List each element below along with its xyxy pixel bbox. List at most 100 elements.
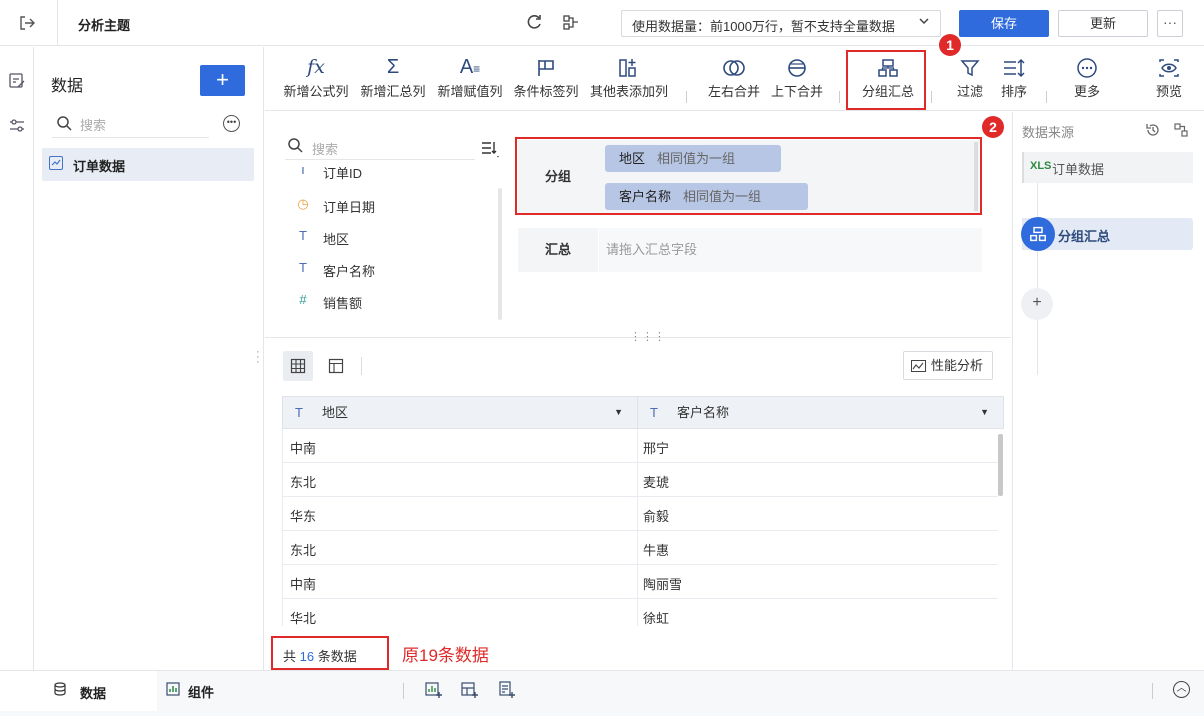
summary-config-area: 汇总 请拖入汇总字段 bbox=[518, 228, 982, 272]
divider bbox=[403, 683, 404, 699]
dataset-edit-icon[interactable] bbox=[8, 72, 26, 90]
filter-settings-icon[interactable] bbox=[8, 117, 26, 135]
horizontal-splitter[interactable]: ⋮⋮⋮ bbox=[265, 331, 1011, 343]
tab-components[interactable]: 组件 bbox=[157, 671, 277, 711]
dropdown-caret-icon[interactable]: ▼ bbox=[980, 397, 989, 428]
bar-chart-icon bbox=[166, 682, 180, 699]
tab-data[interactable]: 数据 bbox=[0, 671, 157, 711]
new-assign-column-button[interactable]: A≡ 新增赋值列 bbox=[435, 53, 505, 109]
search-placeholder: 搜索 bbox=[312, 142, 339, 157]
data-limit-select[interactable]: 使用数据量：前1000万行，暂不支持全量数据 bbox=[621, 10, 941, 37]
add-data-button[interactable]: + bbox=[200, 65, 245, 96]
data-search[interactable]: 搜索 bbox=[52, 111, 209, 138]
table-row[interactable]: 东北 牛惠 bbox=[282, 531, 998, 565]
search-icon bbox=[287, 137, 303, 156]
tab-components-label: 组件 bbox=[188, 685, 215, 700]
search-placeholder: 搜索 bbox=[80, 118, 107, 133]
field-name: 订单ID bbox=[323, 167, 363, 181]
highlight-box-group-summary bbox=[846, 50, 926, 110]
step-label: 分组汇总 bbox=[1058, 229, 1111, 244]
performance-analysis-button[interactable]: 性能分析 bbox=[903, 351, 993, 380]
table-row[interactable]: 中南 邢宁 bbox=[282, 429, 998, 463]
add-step-button[interactable]: + bbox=[1021, 288, 1053, 320]
structure-icon[interactable] bbox=[1173, 122, 1189, 141]
source-label: 订单数据 bbox=[1052, 162, 1105, 177]
update-button[interactable]: 更新 bbox=[1058, 10, 1148, 37]
dataset-item[interactable]: 订单数据 bbox=[42, 148, 254, 181]
formula-icon: fx bbox=[307, 56, 325, 78]
preview-button[interactable]: 预览 bbox=[1139, 53, 1199, 109]
row-count-box: 共 16 条数据 bbox=[271, 636, 389, 670]
field-search[interactable]: 搜索 bbox=[285, 134, 475, 160]
toolbar-label: 上下合并 bbox=[770, 84, 823, 99]
drag-handle-icon[interactable]: ⋮⋮⋮ bbox=[630, 330, 666, 343]
highlight-box-group-config bbox=[515, 137, 982, 215]
toolbar-label: 新增公式列 bbox=[283, 84, 349, 99]
up-down-merge-button[interactable]: 上下合并 bbox=[762, 53, 832, 109]
step-badge-1: 1 bbox=[939, 34, 961, 56]
column-header[interactable]: T 地区 ▼ bbox=[283, 397, 637, 428]
table-row[interactable]: 东北 麦琥 bbox=[282, 463, 998, 497]
toolbar-label: 更多 bbox=[1073, 84, 1100, 99]
chart-file-icon bbox=[49, 156, 63, 170]
table-row[interactable]: 中南 陶丽雪 bbox=[282, 565, 998, 599]
lineage-icon[interactable] bbox=[561, 13, 581, 33]
field-list-scrollbar[interactable] bbox=[498, 188, 502, 320]
grid-icon bbox=[290, 358, 306, 374]
summary-drop-zone[interactable]: 请拖入汇总字段 bbox=[598, 228, 982, 272]
layout-view-button[interactable] bbox=[321, 351, 351, 381]
panel-resize-handle-icon[interactable]: · · · bbox=[256, 347, 260, 368]
new-formula-column-button[interactable]: fx 新增公式列 bbox=[281, 53, 351, 109]
more-button[interactable]: 更多 bbox=[1057, 53, 1117, 109]
history-icon[interactable] bbox=[1145, 122, 1161, 141]
add-report-icon[interactable] bbox=[498, 681, 516, 703]
divider bbox=[839, 91, 840, 103]
column-name: 地区 bbox=[322, 405, 349, 420]
grid-view-button[interactable] bbox=[283, 351, 313, 381]
dropdown-caret-icon[interactable]: ▼ bbox=[614, 397, 623, 428]
other-table-add-column-button[interactable]: 其他表添加列 bbox=[587, 53, 671, 109]
add-column-icon bbox=[587, 53, 671, 81]
more-options-icon[interactable]: ••• bbox=[223, 115, 240, 132]
source-item[interactable]: XLS 订单数据 bbox=[1022, 152, 1193, 183]
cell-customer: 牛惠 bbox=[643, 543, 670, 558]
table-row[interactable]: 华北 徐虹 bbox=[282, 599, 998, 626]
dataset-item-label: 订单数据 bbox=[73, 159, 126, 174]
more-menu-button[interactable]: ··· bbox=[1157, 10, 1183, 37]
table-scrollbar[interactable] bbox=[998, 434, 1003, 496]
date-type-icon: ◷ bbox=[297, 196, 309, 211]
divider bbox=[1046, 91, 1047, 103]
cell-region: 东北 bbox=[290, 475, 317, 490]
cell-region: 华北 bbox=[290, 611, 317, 626]
field-name: 客户名称 bbox=[323, 264, 376, 279]
step-badge-2: 2 bbox=[982, 116, 1004, 138]
more-icon bbox=[1057, 53, 1117, 81]
add-dashboard-icon[interactable] bbox=[461, 681, 479, 703]
toolbar-label: 预览 bbox=[1155, 84, 1182, 99]
refresh-icon[interactable] bbox=[524, 13, 544, 33]
tab-data-label: 数据 bbox=[80, 686, 107, 701]
row-count: 共 16 条数据 bbox=[283, 649, 357, 664]
left-right-merge-button[interactable]: 左右合并 bbox=[699, 53, 769, 109]
divider bbox=[361, 357, 362, 375]
data-limit-value: 使用数据量：前1000万行，暂不支持全量数据 bbox=[632, 19, 895, 34]
sort-button[interactable]: 排序 bbox=[984, 53, 1044, 109]
add-chart-icon[interactable] bbox=[425, 681, 443, 703]
new-summary-column-button[interactable]: Σ 新增汇总列 bbox=[358, 53, 428, 109]
step-connector bbox=[1037, 183, 1038, 375]
save-button[interactable]: 保存 bbox=[959, 10, 1049, 37]
column-header[interactable]: T 客户名称 ▼ bbox=[638, 397, 1003, 428]
table-row[interactable]: 华东 俞毅 bbox=[282, 497, 998, 531]
eye-icon bbox=[1139, 53, 1199, 81]
field-list: T 订单ID ◷ 订单日期 T 地区 T 客户名称 # 销售额 bbox=[265, 167, 497, 327]
data-panel: 数据 + 搜索 ••• 订单数据 bbox=[34, 47, 264, 670]
column-name: 客户名称 bbox=[677, 405, 730, 420]
chevron-up-icon[interactable]: ︿ bbox=[1173, 681, 1190, 698]
exit-icon[interactable] bbox=[18, 14, 36, 32]
condition-label-column-button[interactable]: 条件标签列 bbox=[511, 53, 581, 109]
divider bbox=[57, 0, 58, 46]
field-sort-icon[interactable] bbox=[481, 140, 501, 161]
cell-customer: 陶丽雪 bbox=[643, 577, 683, 592]
performance-label: 性能分析 bbox=[931, 358, 984, 373]
data-source-panel: 数据来源 XLS 订单数据 分组汇总 + bbox=[1012, 112, 1204, 670]
